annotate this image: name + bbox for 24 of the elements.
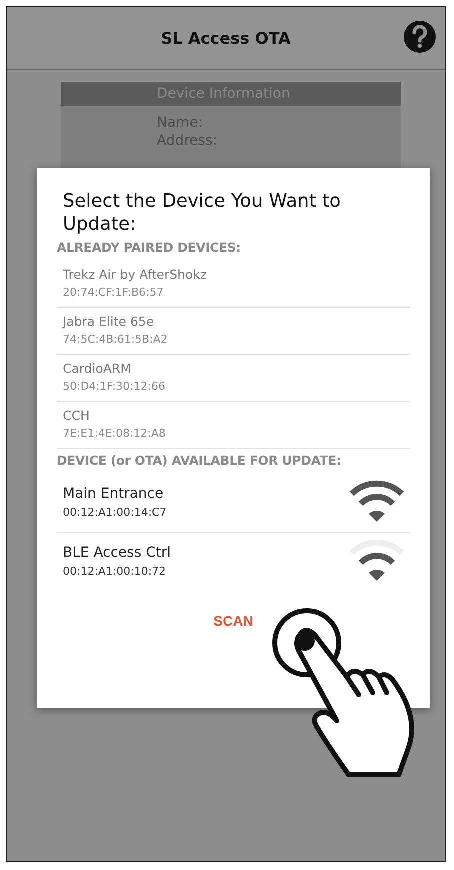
device-address: 74:5C:4B:61:5B:A2 — [63, 333, 168, 346]
device-row[interactable]: Main Entrance 00:12:A1:00:14:C7 — [57, 474, 410, 533]
device-name: Jabra Elite 65e — [63, 314, 156, 329]
scan-button[interactable]: SCAN — [206, 609, 262, 633]
device-address: 7E:E1:4E:08:12:A8 — [63, 427, 166, 440]
device-address: 50:D4:1F:30:12:66 — [63, 380, 166, 393]
app-title: SL Access OTA — [161, 28, 291, 48]
device-name: Main Entrance — [63, 486, 165, 502]
device-name: BLE Access Ctrl — [63, 544, 171, 560]
device-row[interactable]: CCH 7E:E1:4E:08:12:A8 — [57, 402, 410, 449]
help-icon[interactable] — [403, 20, 437, 54]
dialog-title: Select the Device You Want to Update: — [62, 190, 342, 236]
device-name: CardioARM — [63, 361, 132, 376]
device-row[interactable]: BLE Access Ctrl 00:12:A1:00:10:72 — [57, 533, 410, 591]
device-name: Trekz Air by AfterShokz — [63, 267, 207, 282]
device-address: 00:12:A1:00:14:C7 — [63, 506, 167, 518]
device-row[interactable]: Trekz Air by AfterShokz 20:74:CF:1F:B6:57 — [57, 261, 410, 308]
device-address: 20:74:CF:1F:B6:57 — [63, 286, 165, 299]
device-address: 00:12:A1:00:10:72 — [63, 564, 168, 578]
device-row[interactable]: CardioARM 50:D4:1F:30:12:66 — [57, 355, 410, 402]
device-name: CCH — [63, 408, 91, 423]
device-row[interactable]: Jabra Elite 65e 74:5C:4B:61:5B:A2 — [57, 308, 410, 355]
section-heading: ALREADY PAIRED DEVICES: — [57, 240, 242, 255]
section-heading: DEVICE (or OTA) AVAILABLE FOR UPDATE: — [57, 453, 342, 468]
